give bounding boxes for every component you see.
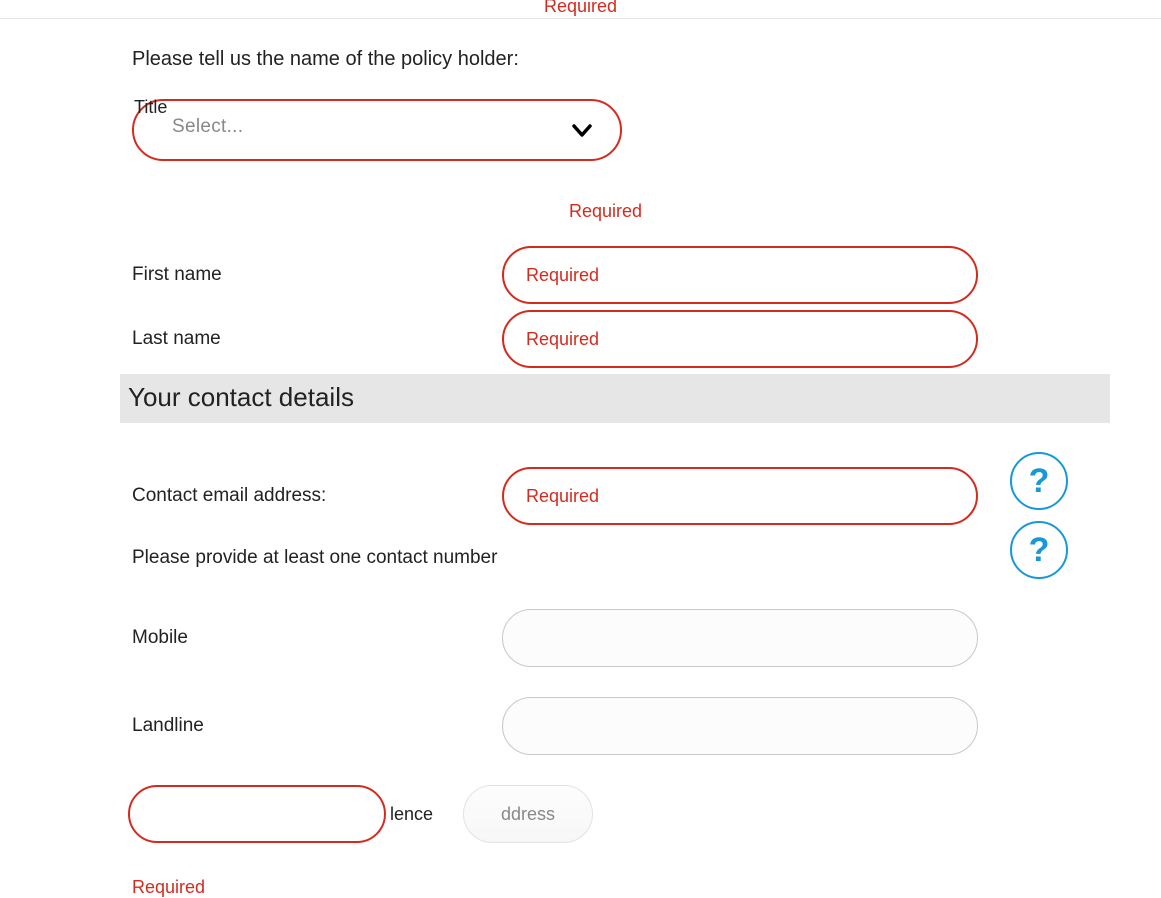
question-mark-icon: ? (1029, 462, 1050, 501)
help-icon-email[interactable]: ? (1010, 452, 1068, 510)
first-name-input[interactable] (502, 246, 978, 304)
required-label-title: Required (120, 201, 1091, 222)
toggle-fragment-button[interactable]: ddress (463, 785, 593, 843)
last-name-input[interactable] (502, 310, 978, 368)
partial-label-fragment: lence (390, 804, 433, 825)
last-name-label: Last name (132, 328, 502, 350)
email-label: Contact email address: (132, 485, 502, 507)
email-input[interactable] (502, 467, 978, 525)
chevron-down-icon (570, 118, 594, 142)
policy-holder-heading: Please tell us the name of the policy ho… (132, 48, 1091, 71)
landline-input[interactable] (502, 697, 978, 755)
mobile-label: Mobile (132, 627, 502, 649)
contact-number-heading: Please provide at least one contact numb… (132, 547, 1091, 569)
help-icon-contact-number[interactable]: ? (1010, 521, 1068, 579)
toggle-fragment-label: ddress (501, 804, 555, 825)
title-select-value: Select... (172, 116, 243, 138)
required-label-bottom: Required (132, 877, 1091, 898)
landline-label: Landline (132, 715, 502, 737)
mobile-input[interactable] (502, 609, 978, 667)
first-name-label: First name (132, 264, 502, 286)
contact-details-heading: Your contact details (120, 374, 1110, 423)
title-label: Title (134, 97, 167, 118)
question-mark-icon: ? (1029, 531, 1050, 570)
partial-error-pill[interactable] (128, 785, 386, 843)
title-select[interactable]: Select... (132, 99, 622, 161)
